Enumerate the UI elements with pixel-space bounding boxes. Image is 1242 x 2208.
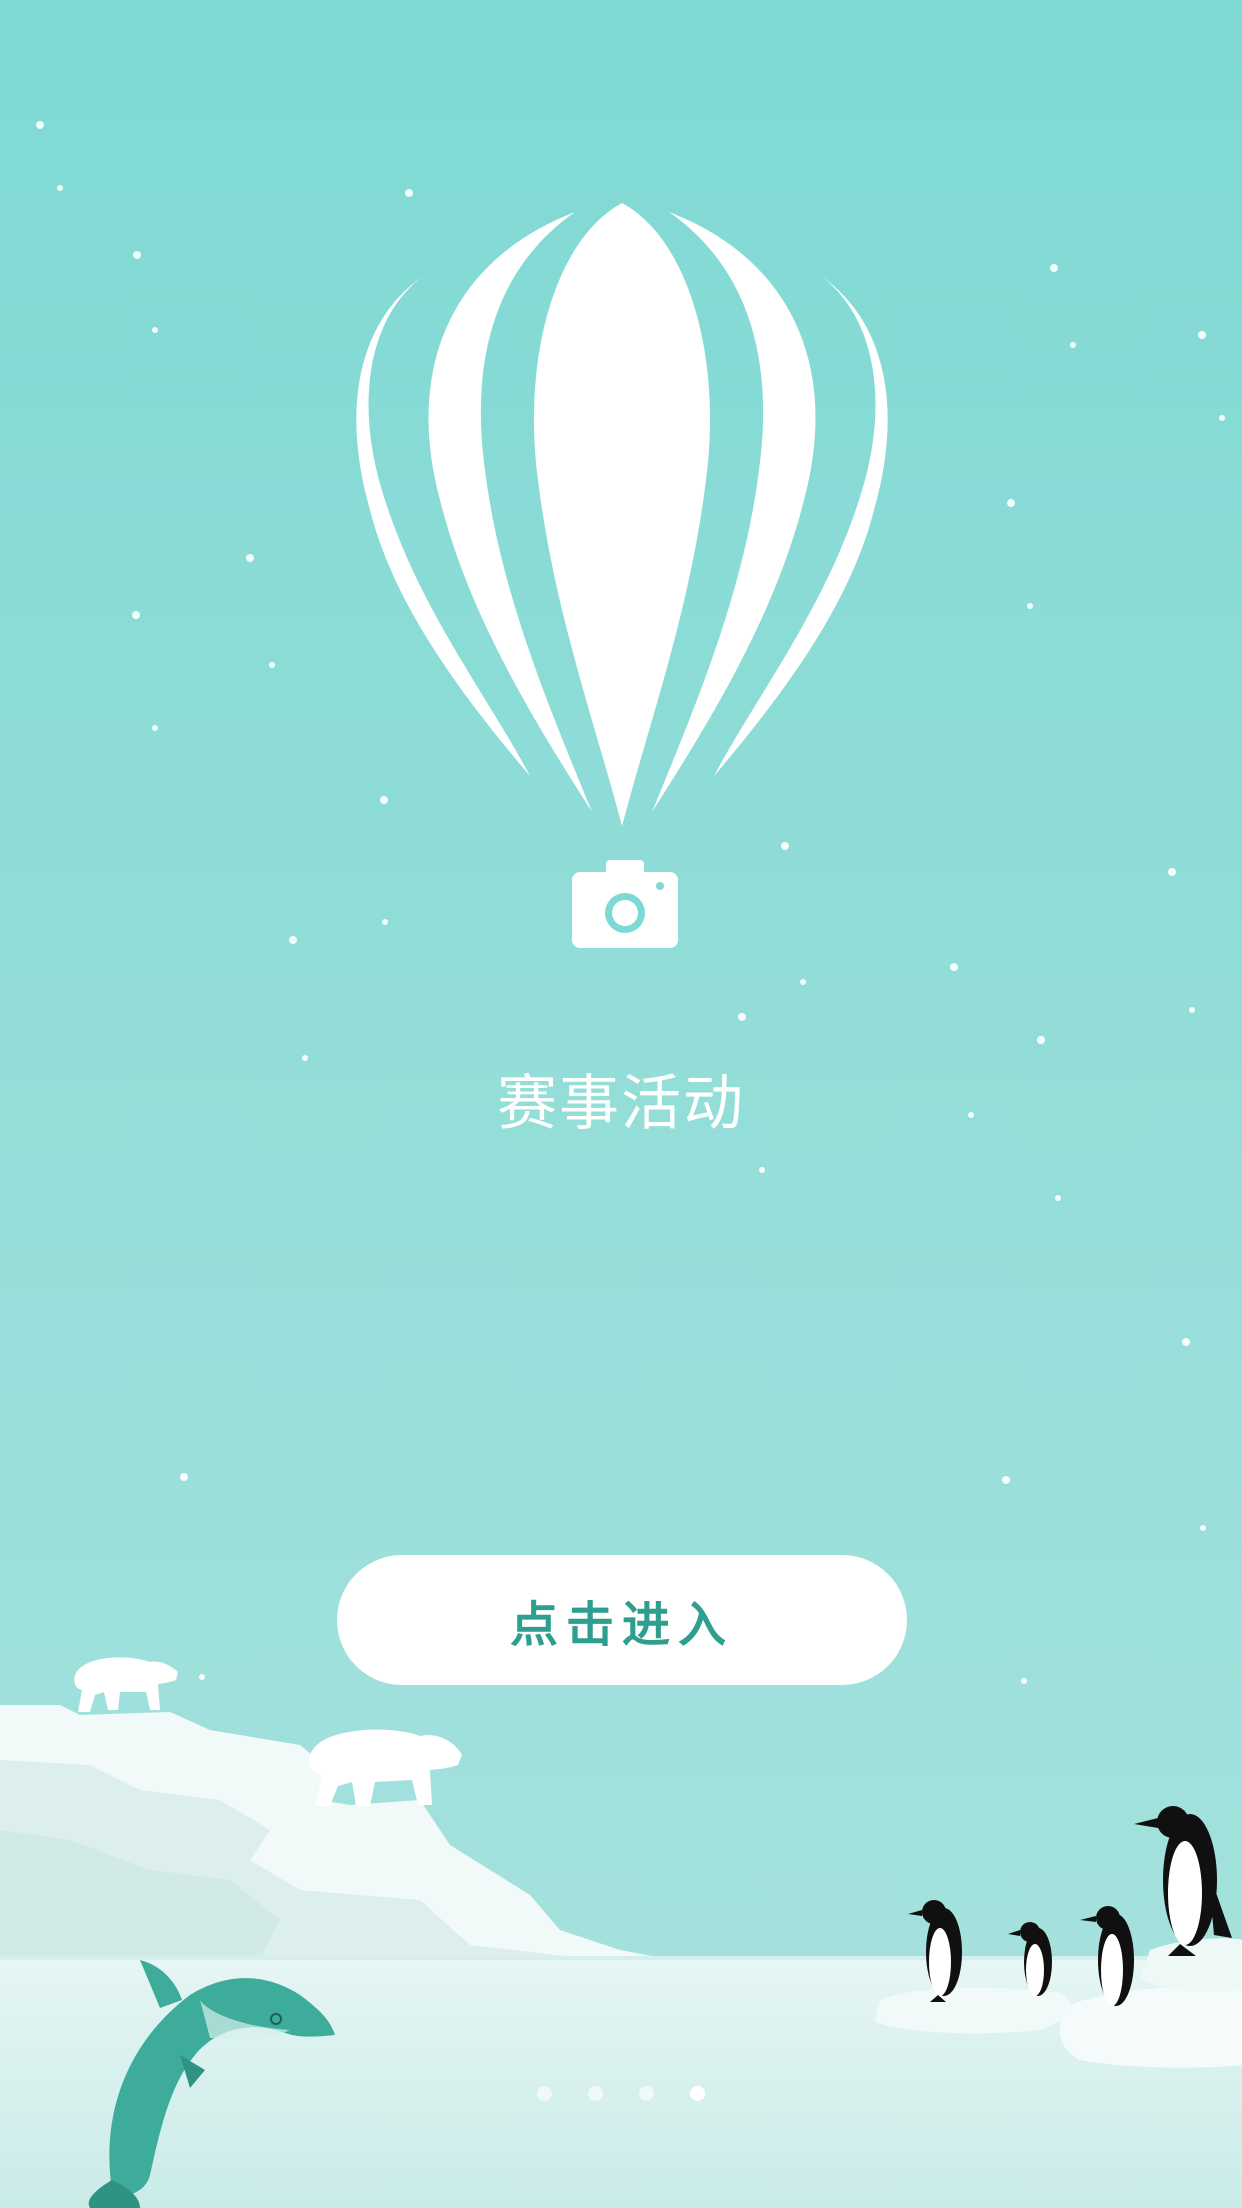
page-dot[interactable] xyxy=(639,2086,654,2101)
page-dot[interactable] xyxy=(588,2086,603,2101)
page-title: 赛事活动 xyxy=(497,1069,745,1139)
page-dot-active[interactable] xyxy=(690,2086,705,2101)
splash-screen: 赛事活动 点击进入 xyxy=(0,0,1242,2208)
page-indicator xyxy=(0,2086,1242,2106)
page-dot[interactable] xyxy=(537,2086,552,2101)
enter-button[interactable]: 点击进入 xyxy=(337,1555,907,1685)
camera-icon xyxy=(572,860,678,948)
